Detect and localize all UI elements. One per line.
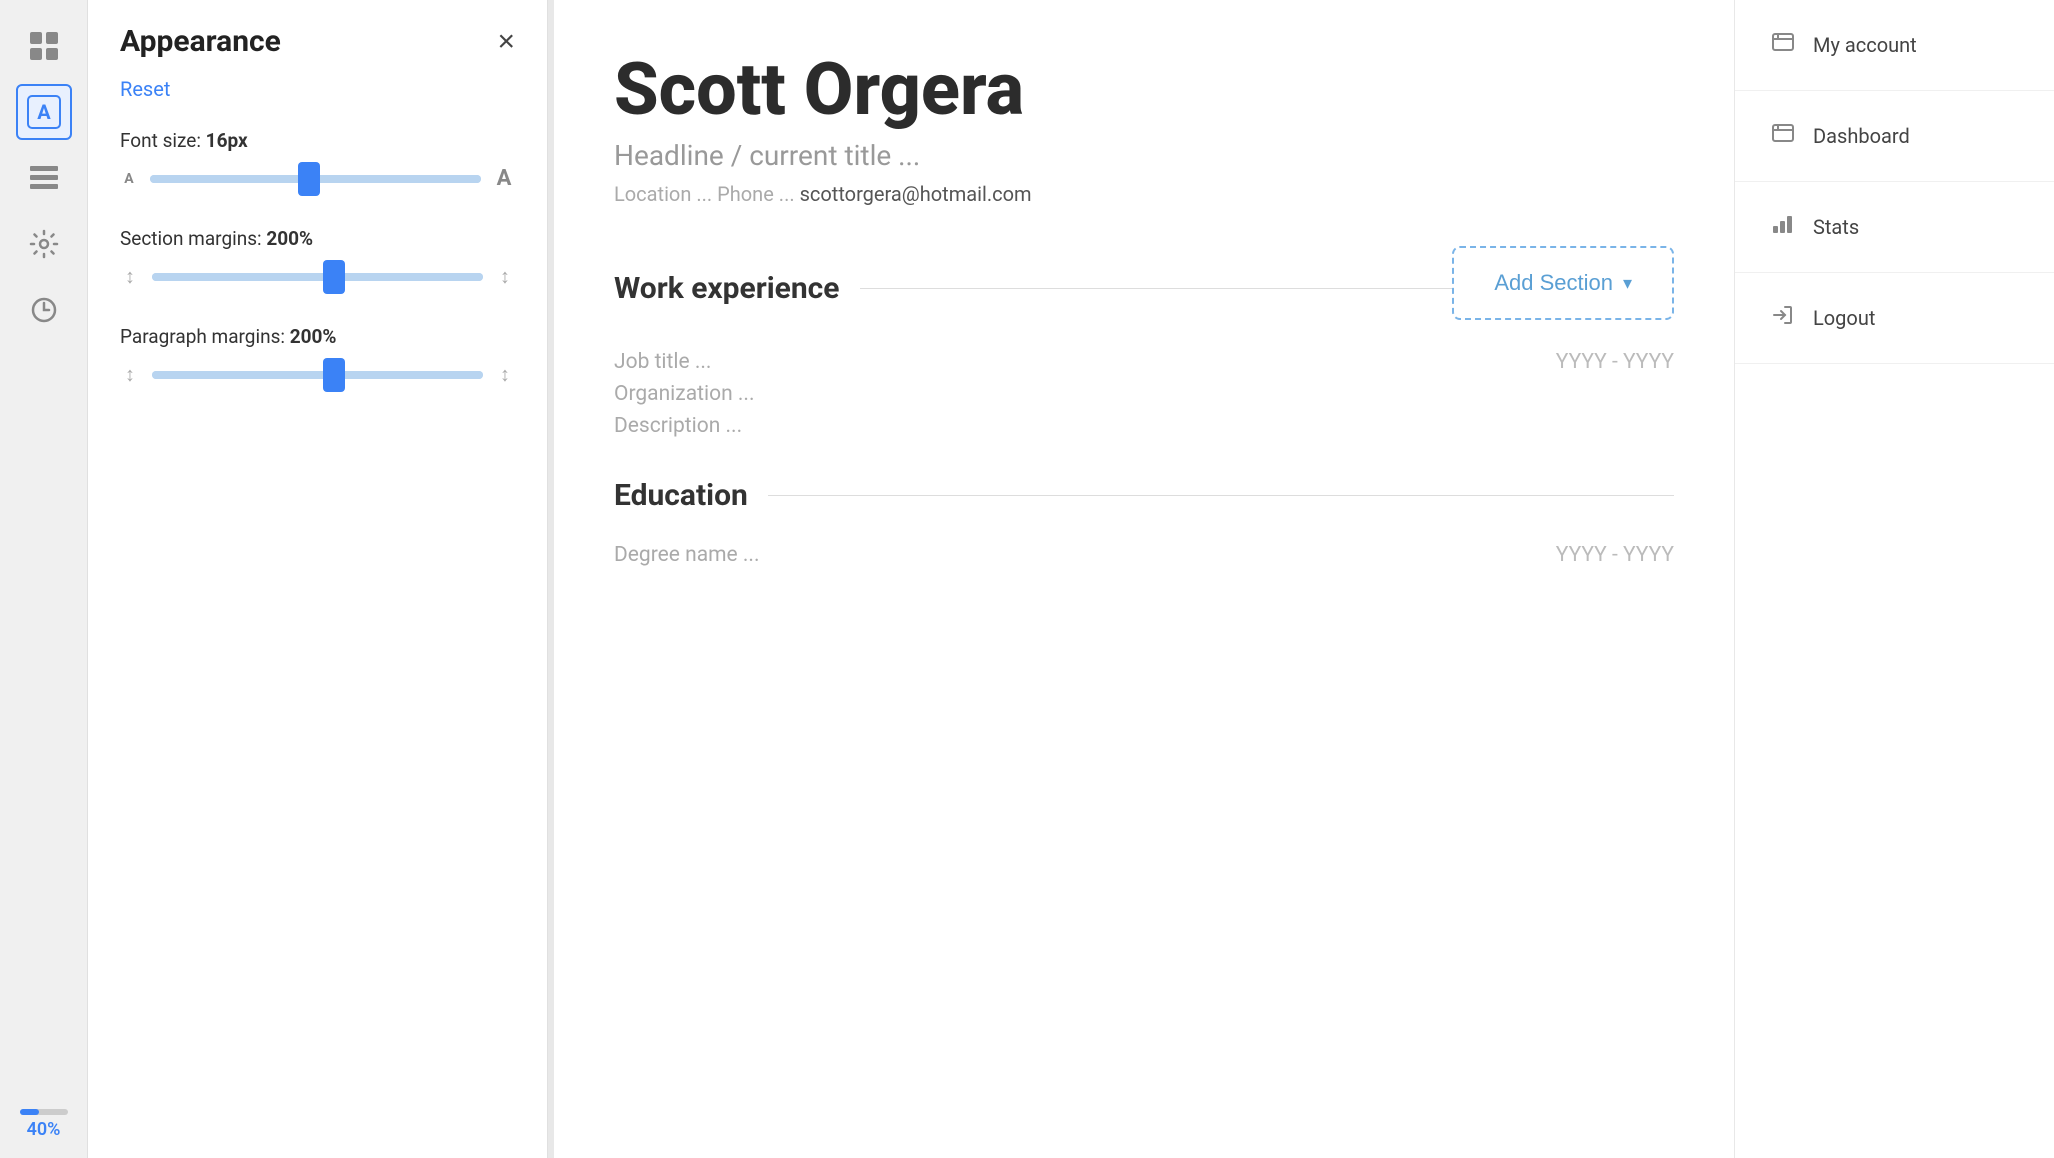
- margin-small-icon: ↕: [120, 264, 140, 289]
- panel-header: Appearance ×: [120, 24, 515, 59]
- work-experience-line: [860, 288, 1453, 289]
- education-item: Degree name ... YYYY - YYYY: [614, 543, 1674, 575]
- zoom-label: 40%: [27, 1119, 61, 1140]
- education-line: [768, 495, 1674, 496]
- logout-label: Logout: [1813, 306, 1875, 330]
- settings-icon-btn[interactable]: [16, 216, 72, 272]
- paragraph-margins-section: Paragraph margins: 200% ↕ ↕: [120, 325, 515, 387]
- work-experience-section-header: Work experience Add Section ▾: [614, 256, 1674, 320]
- education-title: Education: [614, 478, 748, 513]
- zoom-bar-fill: [20, 1109, 39, 1115]
- paragraph-margins-label: Paragraph margins: 200%: [120, 325, 515, 348]
- font-size-section: Font size: 16px A A: [120, 129, 515, 191]
- paragraph-margins-slider-row: ↕ ↕: [120, 362, 515, 387]
- panel-title: Appearance: [120, 24, 281, 59]
- add-section-chevron-icon: ▾: [1623, 273, 1632, 294]
- stats-icon: [1771, 212, 1795, 242]
- job-title[interactable]: Job title ...: [614, 350, 711, 374]
- right-sidebar: My account Dashboard Stats: [1734, 0, 2054, 1158]
- job-title-row: Job title ... YYYY - YYYY: [614, 350, 1674, 382]
- resume-contact: Location ... Phone ... scottorgera@hotma…: [614, 182, 1674, 206]
- font-large-icon: A: [493, 166, 515, 191]
- paragraph-margins-value: 200%: [290, 325, 337, 348]
- section-margins-value: 200%: [266, 227, 313, 250]
- menu-item-logout[interactable]: Logout: [1735, 273, 2054, 364]
- add-section-label: Add Section: [1494, 270, 1613, 296]
- education-date[interactable]: YYYY - YYYY: [1556, 543, 1674, 567]
- margin-large-icon: ↕: [495, 264, 515, 289]
- resume-location[interactable]: Location ...: [614, 182, 712, 206]
- section-margins-section: Section margins: 200% ↕ ↕: [120, 227, 515, 289]
- organization[interactable]: Organization ...: [614, 382, 1674, 406]
- font-small-icon: A: [120, 171, 138, 187]
- history-icon-btn[interactable]: [16, 282, 72, 338]
- menu-item-stats[interactable]: Stats: [1735, 182, 2054, 273]
- degree-row: Degree name ... YYYY - YYYY: [614, 543, 1674, 575]
- degree-name[interactable]: Degree name ...: [614, 543, 760, 567]
- work-experience-item: Job title ... YYYY - YYYY Organization .…: [614, 350, 1674, 438]
- zoom-area: 40%: [20, 1109, 68, 1140]
- resume-phone[interactable]: Phone ...: [717, 182, 794, 206]
- add-section-button[interactable]: Add Section ▾: [1452, 246, 1674, 320]
- icon-sidebar: A 40%: [0, 0, 88, 1158]
- description[interactable]: Description ...: [614, 414, 1674, 438]
- work-date[interactable]: YYYY - YYYY: [1556, 350, 1674, 374]
- font-size-value: 16px: [206, 129, 248, 152]
- paragraph-margins-slider[interactable]: [152, 371, 483, 379]
- font-size-slider[interactable]: [150, 175, 481, 183]
- resume-headline[interactable]: Headline / current title ...: [614, 139, 1674, 172]
- zoom-bar: [20, 1109, 68, 1115]
- stats-label: Stats: [1813, 215, 1859, 239]
- my-account-label: My account: [1813, 33, 1917, 57]
- resume-email[interactable]: scottorgera@hotmail.com: [800, 182, 1032, 206]
- grid-icon-btn[interactable]: [16, 18, 72, 74]
- dashboard-label: Dashboard: [1813, 124, 1910, 148]
- section-margins-label: Section margins: 200%: [120, 227, 515, 250]
- text-format-icon-btn[interactable]: A: [16, 84, 72, 140]
- font-size-label: Font size: 16px: [120, 129, 515, 152]
- logout-icon: [1771, 303, 1795, 333]
- para-margin-small-icon: ↕: [120, 362, 140, 387]
- appearance-panel: Appearance × Reset Font size: 16px A A S…: [88, 0, 548, 1158]
- reset-link[interactable]: Reset: [120, 77, 515, 101]
- section-margins-slider[interactable]: [152, 273, 483, 281]
- dashboard-icon: [1771, 121, 1795, 151]
- menu-item-my-account[interactable]: My account: [1735, 0, 2054, 91]
- main-resume-area: Scott Orgera Headline / current title ..…: [554, 0, 1734, 1158]
- education-section-header: Education: [614, 478, 1674, 513]
- svg-text:A: A: [37, 100, 51, 124]
- account-icon: [1771, 30, 1795, 60]
- layout-icon-btn[interactable]: [16, 150, 72, 206]
- resume-name[interactable]: Scott Orgera: [614, 50, 1674, 129]
- section-margins-slider-row: ↕ ↕: [120, 264, 515, 289]
- close-button[interactable]: ×: [497, 27, 515, 57]
- font-size-slider-row: A A: [120, 166, 515, 191]
- menu-item-dashboard[interactable]: Dashboard: [1735, 91, 2054, 182]
- para-margin-large-icon: ↕: [495, 362, 515, 387]
- work-experience-title: Work experience: [614, 271, 840, 306]
